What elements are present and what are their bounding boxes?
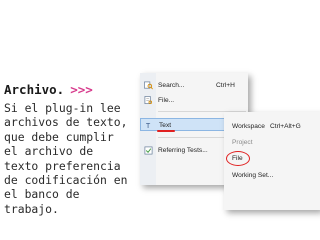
submenu-item-working-set[interactable]: Working Set... xyxy=(224,169,320,182)
red-circle-annotation xyxy=(226,151,250,166)
red-underline-annotation xyxy=(157,130,175,132)
file-search-icon xyxy=(144,96,153,105)
menu-item-referring-tests-label: Referring Tests... xyxy=(158,146,208,154)
menu-item-file[interactable]: File... xyxy=(140,94,248,107)
menu-item-text-label: Text xyxy=(159,121,172,129)
submenu-item-workspace-shortcut: Ctrl+Alt+G xyxy=(270,122,301,130)
menu-item-search-shortcut: Ctrl+H xyxy=(216,81,235,89)
menu-item-file-label: File... xyxy=(158,96,175,104)
submenu-item-working-set-label: Working Set... xyxy=(232,171,274,179)
slide-body-text: Si el plug-in lee archivos de texto, que… xyxy=(4,101,128,216)
search-icon xyxy=(144,81,153,90)
submenu-item-workspace-label: Workspace xyxy=(232,122,265,130)
heading-arrows: >>> xyxy=(70,82,93,97)
heading-title: Archivo. xyxy=(4,82,65,97)
slide-heading: Archivo. >>> xyxy=(4,82,93,97)
text-icon: T xyxy=(146,121,151,130)
svg-text:T: T xyxy=(146,121,151,130)
submenu-item-project[interactable]: Project xyxy=(224,136,320,149)
submenu-item-project-label: Project xyxy=(232,138,253,146)
test-icon xyxy=(144,146,153,155)
menu-item-search-label: Search... xyxy=(158,81,185,89)
menu-item-search[interactable]: Search... Ctrl+H xyxy=(140,79,248,92)
submenu-item-workspace[interactable]: Workspace Ctrl+Alt+G xyxy=(224,120,320,133)
